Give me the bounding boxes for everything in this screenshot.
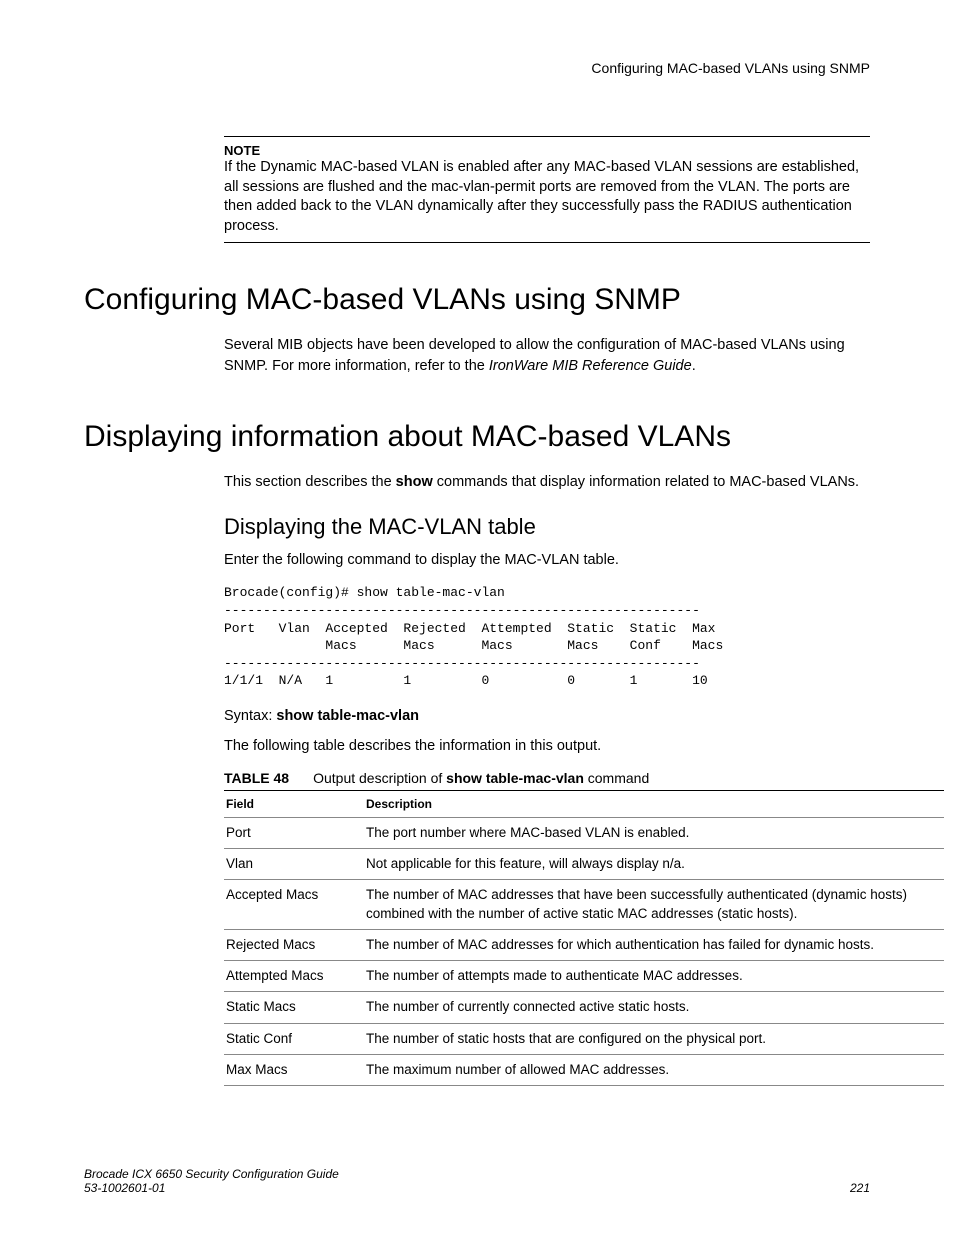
table-caption-pre: Output description of — [313, 770, 446, 786]
footer-docnum: 53-1002601-01 — [84, 1181, 339, 1195]
section1-body: Several MIB objects have been developed … — [224, 335, 870, 376]
syntax-command: show table-mac-vlan — [276, 708, 419, 724]
subheading-mac-vlan-table: Displaying the MAC-VLAN table — [224, 514, 870, 540]
sub1-lead-text: Enter the following command to display t… — [224, 550, 870, 570]
table-caption-bold: show table-mac-vlan — [446, 770, 584, 786]
sub1-followup: The following table describes the inform… — [224, 736, 870, 756]
table-caption: TABLE 48 Output description of show table… — [224, 770, 870, 786]
cell-desc: The number of static hosts that are conf… — [364, 1023, 944, 1054]
section2-intro-paragraph: This section describes the show commands… — [224, 472, 870, 492]
note-body: If the Dynamic MAC-based VLAN is enabled… — [224, 158, 870, 236]
th-field: Field — [224, 791, 364, 818]
cell-desc: The maximum number of allowed MAC addres… — [364, 1054, 944, 1085]
heading-displaying-info: Displaying information about MAC-based V… — [84, 420, 870, 454]
section1-paragraph: Several MIB objects have been developed … — [224, 335, 870, 376]
section1-para-post: . — [692, 358, 696, 374]
sub1-lead: Enter the following command to display t… — [224, 550, 870, 570]
cell-field: Static Conf — [224, 1023, 364, 1054]
page-footer: Brocade ICX 6650 Security Configuration … — [84, 1167, 870, 1195]
syntax-line: Syntax: show table-mac-vlan — [224, 708, 870, 724]
cell-field: Max Macs — [224, 1054, 364, 1085]
cell-desc: The number of MAC addresses for which au… — [364, 929, 944, 960]
table-row: Attempted Macs The number of attempts ma… — [224, 961, 944, 992]
table-row: Rejected Macs The number of MAC addresse… — [224, 929, 944, 960]
section1-para-italic: IronWare MIB Reference Guide — [489, 358, 692, 374]
table-row: Static Macs The number of currently conn… — [224, 992, 944, 1023]
output-description-table: Field Description Port The port number w… — [224, 790, 944, 1086]
note-block: NOTE If the Dynamic MAC-based VLAN is en… — [224, 136, 870, 243]
table-row: Port The port number where MAC-based VLA… — [224, 818, 944, 849]
section2-intro-bold: show — [396, 474, 433, 490]
cell-desc: The number of MAC addresses that have be… — [364, 880, 944, 929]
cell-field: Port — [224, 818, 364, 849]
section2-intro-post: commands that display information relate… — [433, 474, 859, 490]
note-label: NOTE — [224, 143, 870, 158]
heading-configuring-snmp: Configuring MAC-based VLANs using SNMP — [84, 283, 870, 317]
cell-field: Rejected Macs — [224, 929, 364, 960]
note-rule-top — [224, 136, 870, 137]
section2-intro: This section describes the show commands… — [224, 472, 870, 492]
cell-field: Accepted Macs — [224, 880, 364, 929]
table-caption-post: command — [584, 770, 649, 786]
footer-page-number: 221 — [850, 1181, 870, 1195]
table-row: Max Macs The maximum number of allowed M… — [224, 1054, 944, 1085]
running-header: Configuring MAC-based VLANs using SNMP — [84, 60, 870, 76]
footer-left: Brocade ICX 6650 Security Configuration … — [84, 1167, 339, 1195]
table-row: Vlan Not applicable for this feature, wi… — [224, 849, 944, 880]
sub1-followup-text: The following table describes the inform… — [224, 736, 870, 756]
cell-desc: The port number where MAC-based VLAN is … — [364, 818, 944, 849]
page: Configuring MAC-based VLANs using SNMP N… — [0, 0, 954, 1235]
th-description: Description — [364, 791, 944, 818]
cell-field: Static Macs — [224, 992, 364, 1023]
cli-output: Brocade(config)# show table-mac-vlan ---… — [224, 584, 870, 689]
cell-field: Vlan — [224, 849, 364, 880]
table-header-row: Field Description — [224, 791, 944, 818]
cell-desc: The number of attempts made to authentic… — [364, 961, 944, 992]
syntax-label: Syntax: — [224, 708, 276, 724]
note-rule-bottom — [224, 242, 870, 243]
table-number: TABLE 48 — [224, 770, 289, 786]
cell-desc: The number of currently connected active… — [364, 992, 944, 1023]
footer-title: Brocade ICX 6650 Security Configuration … — [84, 1167, 339, 1181]
cell-field: Attempted Macs — [224, 961, 364, 992]
table-row: Static Conf The number of static hosts t… — [224, 1023, 944, 1054]
table-row: Accepted Macs The number of MAC addresse… — [224, 880, 944, 929]
section2-intro-pre: This section describes the — [224, 474, 396, 490]
cell-desc: Not applicable for this feature, will al… — [364, 849, 944, 880]
